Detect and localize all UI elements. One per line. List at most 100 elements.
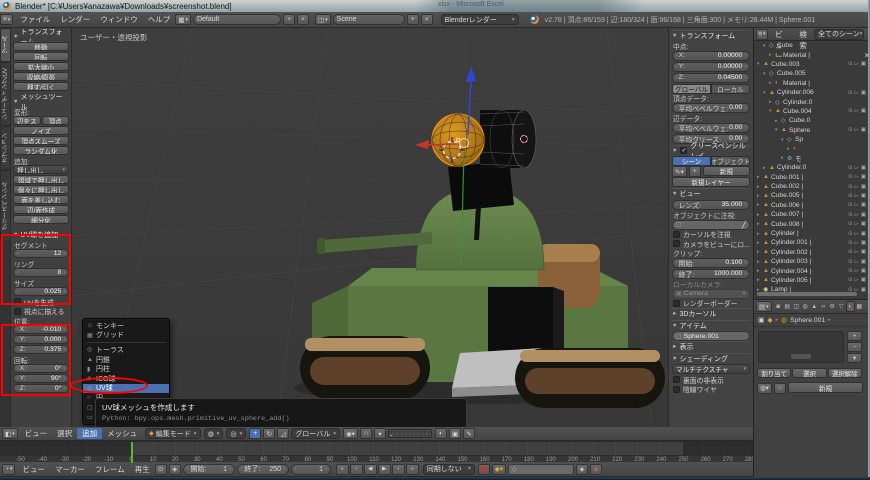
screen-layout-icon[interactable]: ▦▾: [175, 14, 191, 25]
jump-to-start-button[interactable]: «: [336, 464, 349, 475]
manipulator-scale-button[interactable]: ◿: [277, 428, 289, 439]
toolshelf-button[interactable]: 個々に押し出し: [13, 185, 69, 194]
npanel-button[interactable]: 新規レイヤー: [672, 177, 750, 187]
outliner-row[interactable]: ▸▲Cylinder.0⊙▻▣: [754, 163, 869, 172]
npanel-panel-title[interactable]: ▼シェーディング: [672, 353, 750, 365]
restrict-render-camera-icon[interactable]: ▣: [861, 249, 866, 255]
properties-tab-material[interactable]: ◐: [846, 301, 855, 312]
restrict-view-eye-icon[interactable]: ⊙: [848, 240, 853, 246]
restrict-select-icon[interactable]: ▻: [855, 165, 859, 171]
screen-layout-field[interactable]: Default: [193, 14, 281, 25]
menu-help[interactable]: ヘルプ: [143, 14, 176, 25]
frame-start-field[interactable]: ‹開始:1›: [183, 464, 235, 475]
outliner-row[interactable]: ▾▲Cylinder.006⊙▻▣: [754, 88, 869, 97]
properties-tab-modifiers[interactable]: ⚙: [828, 301, 837, 312]
npanel-checkbox[interactable]: [673, 300, 680, 307]
view3d-menu-ビュー[interactable]: ビュー: [20, 428, 53, 439]
play-reverse-button[interactable]: ◀: [364, 464, 377, 475]
insert-keyframe-icon[interactable]: ◈: [576, 464, 588, 475]
timeline-menu-ビュー[interactable]: ビュー: [17, 464, 50, 475]
restrict-render-camera-icon[interactable]: ▣: [861, 90, 866, 96]
menu-window[interactable]: ウィンドウ: [95, 14, 143, 25]
properties-tab-object[interactable]: ▲: [810, 301, 819, 312]
outliner-row[interactable]: ▸▲Cylinder.004 |⊙▻▣: [754, 266, 869, 275]
restrict-view-eye-icon[interactable]: ⊙: [848, 184, 853, 190]
restrict-view-eye-icon[interactable]: ⊙: [848, 249, 853, 255]
outliner-row[interactable]: ▾▲Cube.003⊙▻▣: [754, 60, 869, 69]
toolshelf-panel-title[interactable]: ▼メッシュツール: [13, 96, 69, 107]
outliner-row[interactable]: ▸◐: [754, 144, 869, 153]
toolshelf-checkbox[interactable]: [14, 308, 21, 315]
viewport-shading-dropdown[interactable]: ◍▾: [204, 428, 224, 439]
npanel-checkbox[interactable]: [673, 240, 680, 247]
render-engine-dropdown[interactable]: Blenderレンダー▾: [441, 14, 519, 25]
restrict-select-icon[interactable]: ▻: [855, 240, 859, 246]
outliner-row[interactable]: ▸▲Cylinder.001 |⊙▻▣: [754, 238, 869, 247]
outliner-row[interactable]: ▾▲Sphere⊙▻▣: [754, 126, 869, 135]
properties-tab-scene[interactable]: ◫: [792, 301, 801, 312]
eyedropper-icon[interactable]: ╱: [742, 221, 746, 229]
restrict-view-eye-icon[interactable]: ⊙: [848, 221, 853, 227]
npanel-name-field[interactable]: ▣Camera×: [672, 289, 750, 299]
npanel-number-field[interactable]: ‹平均ベベルウェ:0.00›: [672, 123, 750, 133]
restrict-render-camera-icon[interactable]: ▣: [861, 259, 866, 265]
npanel-toggle[interactable]: グローバル: [672, 84, 711, 94]
outliner-row[interactable]: ▸◐Material |: [754, 79, 869, 88]
auto-keyframe-record-button[interactable]: [478, 464, 490, 475]
restrict-view-eye-icon[interactable]: ⊙: [848, 127, 853, 133]
restrict-view-eye-icon[interactable]: ⊙: [848, 268, 853, 274]
toolshelf-panel-title[interactable]: ▼UV球を追加: [13, 229, 69, 240]
browse-material-dropdown[interactable]: ◍▾: [757, 383, 772, 394]
material-action-button[interactable]: 選択解除: [828, 368, 862, 378]
snap-element-dropdown[interactable]: ▾: [374, 428, 386, 439]
outliner-row[interactable]: ▾◇Cube: [754, 41, 869, 50]
restrict-view-eye-icon[interactable]: ⊙: [848, 259, 853, 265]
menu-file[interactable]: ファイル: [15, 14, 55, 25]
add-scene-button[interactable]: +: [407, 14, 419, 25]
material-preview-icon[interactable]: ○: [774, 383, 786, 394]
npanel-panel-title[interactable]: ▼トランスフォーム: [672, 30, 750, 42]
viewport-3d[interactable]: ユーザー・透視投影 ☺モンキー▦グリッド◎トーラス▲円錐▮円柱◈ICO球◍UV球…: [72, 28, 753, 427]
toolshelf-number-field[interactable]: ‹X:0°›: [13, 364, 69, 373]
restrict-select-icon[interactable]: ▻: [855, 277, 859, 283]
timeline-region[interactable]: -50-40-30-20-100102030405060708090100110…: [0, 441, 753, 462]
restrict-render-camera-icon[interactable]: ▣: [861, 240, 866, 246]
npanel-toggle[interactable]: オブジェクト: [711, 156, 750, 166]
view3d-menu-追加[interactable]: 追加: [77, 428, 102, 439]
toolshelf-button[interactable]: 辺をス: [13, 116, 41, 125]
outliner-row[interactable]: ▸▲Cylinder.003 |⊙▻▣: [754, 257, 869, 266]
restrict-render-camera-icon[interactable]: ▣: [861, 221, 866, 227]
delete-keyframe-icon[interactable]: ◈: [590, 464, 602, 475]
jump-to-prev-keyframe-button[interactable]: ‹: [350, 464, 363, 475]
restrict-select-icon[interactable]: ▻: [855, 268, 859, 274]
toolshelf-button[interactable]: 細分化: [13, 215, 69, 224]
toolshelf-button[interactable]: 面を差し込む: [13, 195, 69, 204]
restrict-render-camera-icon[interactable]: ▣: [861, 212, 866, 218]
editor-type-timeline-button[interactable]: ◔▾: [2, 464, 15, 475]
menu-render[interactable]: レンダー: [55, 14, 95, 25]
restrict-render-camera-icon[interactable]: ▣: [861, 61, 866, 67]
material-slot-list[interactable]: [758, 331, 844, 363]
close-layout-button[interactable]: ×: [297, 14, 309, 25]
restrict-select-icon[interactable]: ▻: [855, 231, 859, 237]
layer-dot[interactable]: [427, 434, 431, 438]
restrict-view-eye-icon[interactable]: ⊙: [848, 202, 853, 208]
editor-type-info-button[interactable]: ≡▾: [0, 14, 13, 25]
restrict-render-camera-icon[interactable]: ▣: [861, 193, 866, 199]
manipulator-rotate-button[interactable]: ↻: [263, 428, 275, 439]
restrict-view-eye-icon[interactable]: ⊙: [848, 231, 853, 237]
play-button[interactable]: ▶: [378, 464, 391, 475]
toolshelf-button[interactable]: ノイズ: [13, 126, 69, 135]
scene-field[interactable]: Scene: [333, 14, 405, 25]
outliner-row[interactable]: ▾▲Cube.004⊙▻▣: [754, 107, 869, 116]
npanel-name-field[interactable]: ▢Sphere.001: [672, 331, 750, 341]
outliner-row[interactable]: ▸◐Material |×: [754, 50, 869, 59]
add-menu-item[interactable]: ◈ICO球: [83, 374, 169, 384]
toolshelf-button[interactable]: 押し出し▾: [13, 165, 69, 174]
npanel-name-field[interactable]: ▢╱: [672, 220, 750, 230]
toolshelf-panel-title[interactable]: ▼トランスフォーム: [13, 31, 69, 42]
restrict-select-icon[interactable]: ▻: [855, 184, 859, 190]
restrict-select-icon[interactable]: ▻: [855, 249, 859, 255]
add-material-slot-button[interactable]: +: [847, 331, 862, 341]
toolshelf-number-field[interactable]: ‹Y:90°›: [13, 374, 69, 383]
